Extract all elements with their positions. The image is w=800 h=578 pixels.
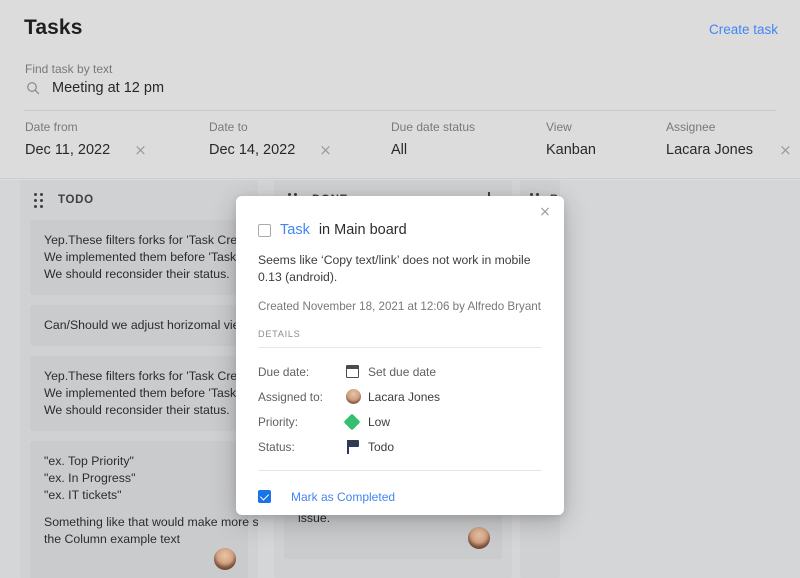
card-line: "ex. IT tickets"	[44, 487, 234, 504]
task-card[interactable]: Can/Should we adjust horizomal view?	[30, 305, 248, 346]
detail-label: Status:	[258, 440, 346, 454]
filter-due-date-status[interactable]: Due date status All	[391, 120, 475, 158]
avatar	[214, 548, 236, 570]
filter-label: Date to	[209, 120, 332, 134]
filter-value[interactable]: All	[391, 142, 407, 158]
filter-view[interactable]: View Kanban	[546, 120, 596, 158]
detail-value[interactable]: Lacara Jones	[368, 390, 440, 404]
filter-label: Date from	[25, 120, 147, 134]
detail-row-priority[interactable]: Priority: Low	[258, 410, 542, 433]
detail-row-due-date[interactable]: Due date: Set due date	[258, 360, 542, 383]
filter-value[interactable]: Kanban	[546, 142, 596, 158]
page-header: Tasks Create task Find task by text Meet…	[0, 0, 800, 180]
avatar	[468, 527, 490, 549]
filter-divider	[0, 178, 800, 179]
detail-label: Due date:	[258, 365, 346, 379]
checkbox-checked-icon	[258, 490, 291, 503]
filter-value[interactable]: Dec 14, 2022	[209, 142, 295, 158]
column-title: TODO	[58, 194, 94, 206]
flag-icon	[346, 440, 368, 454]
clear-date-to-icon[interactable]: ×	[319, 143, 332, 158]
calendar-icon	[346, 365, 368, 378]
page-title: Tasks	[24, 16, 83, 40]
details-section-label: DETAILS	[258, 329, 542, 339]
detail-value[interactable]: Set due date	[368, 365, 436, 379]
task-detail-modal: × Task in Main board Seems like ‘Copy te…	[236, 196, 564, 515]
avatar-icon	[346, 389, 368, 404]
header-divider	[24, 110, 776, 111]
tasks-page: Tasks Create task Find task by text Meet…	[0, 0, 800, 578]
search-icon	[25, 80, 41, 96]
column-header: TODO	[20, 180, 258, 220]
detail-row-assigned-to[interactable]: Assigned to: Lacara Jones	[258, 385, 542, 408]
card-line-spacer	[44, 504, 234, 514]
close-icon[interactable]: ×	[536, 203, 554, 221]
filter-label: Assignee	[666, 120, 792, 134]
filter-label: View	[546, 120, 596, 134]
search-input[interactable]: Meeting at 12 pm	[52, 80, 164, 96]
action-label: Mark as Completed	[291, 490, 395, 504]
detail-value[interactable]: Low	[368, 415, 390, 429]
card-line: We implemented them before 'Task Deadlin…	[44, 385, 234, 402]
card-line: Yep.These filters forks for 'Task Creati…	[44, 232, 234, 249]
card-line: Yep.These filters forks for 'Task Creati…	[44, 368, 234, 385]
filter-label: Due date status	[391, 120, 475, 134]
board-name-label: in Main board	[319, 222, 407, 238]
task-created-meta: Created November 18, 2021 at 12:06 by Al…	[258, 300, 542, 313]
create-task-button[interactable]: Create task	[709, 22, 778, 37]
clear-date-from-icon[interactable]: ×	[134, 143, 147, 158]
card-line: We should reconsider their status.	[44, 402, 234, 419]
mark-as-completed-button[interactable]: Mark as Completed	[258, 485, 542, 508]
filter-date-from[interactable]: Date from Dec 11, 2022 ×	[25, 120, 147, 158]
card-line: "ex. Top Priority"	[44, 453, 234, 470]
drag-handle-icon[interactable]	[34, 193, 46, 207]
modal-body: Task in Main board Seems like ‘Copy text…	[236, 196, 564, 515]
filter-date-to[interactable]: Date to Dec 14, 2022 ×	[209, 120, 332, 158]
task-description: Seems like ‘Copy text/link’ does not wor…	[258, 252, 542, 286]
card-line: We implemented them before 'Task Deadlin…	[44, 249, 234, 266]
detail-value[interactable]: Todo	[368, 440, 394, 454]
board-column-todo: TODO Yep.These filters forks for 'Task C…	[20, 180, 258, 578]
details-divider	[258, 347, 542, 348]
task-complete-checkbox[interactable]	[258, 224, 271, 237]
search-label: Find task by text	[25, 62, 112, 76]
task-card[interactable]: "ex. Top Priority" "ex. In Progress" "ex…	[30, 441, 248, 578]
search-row[interactable]: Meeting at 12 pm	[25, 80, 164, 96]
detail-row-status[interactable]: Status: Todo	[258, 435, 542, 458]
card-line: the Column example text	[44, 531, 234, 548]
detail-label: Priority:	[258, 415, 346, 429]
card-line: Can/Should we adjust horizomal view?	[44, 317, 234, 334]
filter-bar: Date from Dec 11, 2022 × Date to Dec 14,…	[0, 120, 800, 178]
actions-divider	[258, 470, 542, 471]
clear-assignee-icon[interactable]: ×	[779, 143, 792, 158]
detail-label: Assigned to:	[258, 390, 346, 404]
task-card[interactable]: Yep.These filters forks for 'Task Creati…	[30, 356, 248, 431]
card-line: Something like that would make more sens…	[44, 514, 234, 531]
card-line: "ex. In Progress"	[44, 470, 234, 487]
filter-value[interactable]: Lacara Jones	[666, 142, 753, 158]
priority-diamond-icon	[346, 416, 368, 428]
modal-title-row: Task in Main board	[258, 222, 542, 238]
task-card[interactable]: Yep.These filters forks for 'Task Creati…	[30, 220, 248, 295]
task-link[interactable]: Task	[280, 222, 310, 238]
filter-value[interactable]: Dec 11, 2022	[25, 142, 110, 158]
filter-assignee[interactable]: Assignee Lacara Jones ×	[666, 120, 792, 158]
card-line: We should reconsider their status.	[44, 266, 234, 283]
